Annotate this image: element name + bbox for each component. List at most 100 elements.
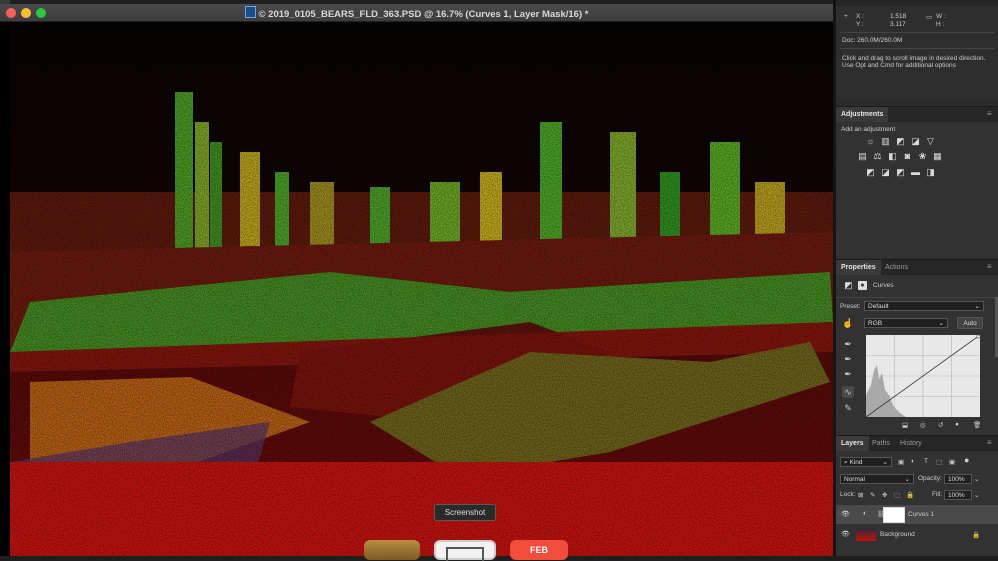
info-w-label: W : xyxy=(936,13,946,20)
channel-value: RGB xyxy=(868,320,883,327)
info-divider-2 xyxy=(840,48,994,49)
preset-label: Preset: xyxy=(840,303,861,310)
lock-image-icon[interactable]: ✎ xyxy=(870,491,875,499)
properties-body: ◩ ● Curves Preset: Default ⌄ ☝ RGB ⌄ Auto … xyxy=(836,275,998,435)
invert-icon[interactable]: ◩ xyxy=(866,168,875,177)
layer-filter-value: Kind xyxy=(849,459,863,466)
tab-actions[interactable]: Actions xyxy=(880,260,913,275)
layer-filter-select[interactable]: ⌕ Kind ⌄ xyxy=(840,457,892,467)
gradient-map-icon[interactable]: ▬ xyxy=(911,168,920,177)
filter-type-icon[interactable]: T xyxy=(924,458,928,465)
lock-label: Lock: xyxy=(840,491,856,498)
layer-name: Background xyxy=(880,531,915,538)
panel-menu-icon[interactable]: ≡ xyxy=(987,439,994,447)
info-hint-line2: Use Opt and Cmd for additional options xyxy=(842,62,956,69)
opacity-input[interactable]: 100% xyxy=(944,474,972,484)
tab-properties[interactable]: Properties xyxy=(836,260,881,275)
clip-to-layer-icon[interactable]: ⬓ xyxy=(902,421,908,429)
dock-app-icon[interactable] xyxy=(364,540,420,560)
white-point-eyedropper-icon[interactable]: ✒ xyxy=(842,368,854,380)
layer-mask-thumbnail[interactable] xyxy=(883,507,905,523)
opacity-label: Opacity: xyxy=(918,475,942,482)
layers-body: ⌕ Kind ⌄ ▣ ◐ T ⬚ ▣ ● Normal ⌄ Opacity: 100… xyxy=(836,451,998,556)
fill-label: Fill: xyxy=(932,491,943,498)
curves-graph[interactable] xyxy=(866,335,980,417)
gray-point-eyedropper-icon[interactable]: ✒ xyxy=(842,353,854,365)
blend-mode-value: Normal xyxy=(844,476,865,483)
blend-mode-select[interactable]: Normal ⌄ xyxy=(840,474,914,484)
lock-artboard-icon[interactable]: ⬚ xyxy=(894,491,900,499)
color-balance-icon[interactable]: ⚖ xyxy=(873,152,882,161)
info-x-label: X : xyxy=(856,13,864,20)
chevron-down-icon[interactable]: ⌄ xyxy=(974,475,979,483)
selective-color-icon[interactable]: ◨ xyxy=(926,168,935,177)
levels-icon[interactable]: ▥ xyxy=(881,137,890,146)
hue-saturation-icon[interactable]: ▤ xyxy=(858,152,867,161)
visibility-eye-icon[interactable]: ● xyxy=(955,421,959,428)
auto-button[interactable]: Auto xyxy=(957,317,983,329)
filter-shape-icon[interactable]: ⬚ xyxy=(936,458,942,466)
tab-history[interactable]: History xyxy=(895,436,927,451)
lock-icon: 🔒 xyxy=(972,532,981,539)
preset-select[interactable]: Default ⌄ xyxy=(864,301,984,311)
channel-mixer-icon[interactable]: ❀ xyxy=(918,152,927,161)
reset-icon[interactable]: ↺ xyxy=(938,421,943,429)
filter-adjustment-icon[interactable]: ◐ xyxy=(911,458,915,465)
lock-transparent-icon[interactable]: ⊠ xyxy=(858,491,863,499)
vibrance-icon[interactable]: ▽ xyxy=(926,137,935,146)
tab-layers[interactable]: Layers xyxy=(836,436,869,451)
filter-pixel-icon[interactable]: ▣ xyxy=(898,458,904,466)
adjustments-header: Adjustments ≡ xyxy=(836,106,998,123)
layer-name: Curves 1 xyxy=(908,511,935,518)
right-panels: + X : 1.518 Y : 3.117 ▭ W : H : Doc: 260… xyxy=(836,0,998,556)
chevron-down-icon: ⌄ xyxy=(882,459,888,466)
curves-icon[interactable]: ◩ xyxy=(896,137,905,146)
tab-adjustments[interactable]: Adjustments xyxy=(836,107,889,122)
chevron-down-icon[interactable]: ⌄ xyxy=(974,491,979,499)
adjustments-body: Add an adjustment ☼ ▥ ◩ ◪ ▽ ▤ ⚖ ◧ ◙ ❀ ▦ … xyxy=(836,122,998,258)
panel-menu-icon[interactable]: ≡ xyxy=(987,263,994,271)
info-divider xyxy=(840,32,994,33)
layer-mask-icon[interactable]: ● xyxy=(858,281,867,290)
document-titlebar[interactable]: © 2019_0105_BEARS_FLD_363.PSD @ 16.7% (C… xyxy=(0,4,833,22)
brightness-contrast-icon[interactable]: ☼ xyxy=(866,137,875,146)
threshold-icon[interactable]: ◩ xyxy=(896,168,905,177)
selection-size-icon: ▭ xyxy=(926,14,933,21)
black-point-eyedropper-icon[interactable]: ✒ xyxy=(842,338,854,350)
image-canvas[interactable] xyxy=(10,22,833,556)
info-doc-size: Doc: 260.0M/260.0M xyxy=(842,37,903,44)
curve-point-white[interactable] xyxy=(976,335,980,339)
document-title: © 2019_0105_BEARS_FLD_363.PSD @ 16.7% (C… xyxy=(0,6,833,20)
layer-row[interactable]: 👁 Background 🔒 xyxy=(836,525,998,544)
lock-position-icon[interactable]: ✥ xyxy=(882,491,887,499)
eye-icon[interactable]: 👁 xyxy=(841,510,850,518)
layer-row[interactable]: 👁 ◐ ⛓ Curves 1 xyxy=(836,505,998,524)
pencil-tool-icon[interactable]: ✎ xyxy=(842,402,854,414)
view-previous-icon[interactable]: ◎ xyxy=(920,421,926,429)
calendar-app-icon[interactable]: FEB xyxy=(510,540,568,560)
trash-icon[interactable]: 🗑 xyxy=(973,421,981,429)
image-noise-overlay xyxy=(10,22,833,556)
screenshot-frame-icon xyxy=(446,547,484,561)
curve-points-tool-icon[interactable]: ∿ xyxy=(842,386,854,398)
tab-paths[interactable]: Paths xyxy=(867,436,895,451)
on-image-adjust-icon[interactable]: ☝ xyxy=(842,317,854,329)
black-white-icon[interactable]: ◧ xyxy=(888,152,897,161)
color-lookup-icon[interactable]: ▦ xyxy=(933,152,942,161)
filter-toggle-icon[interactable]: ● xyxy=(964,455,969,465)
info-y-label: Y : xyxy=(856,21,864,28)
psd-file-icon xyxy=(244,6,256,18)
chevron-down-icon: ⌄ xyxy=(938,320,944,327)
lock-all-icon[interactable]: 🔒 xyxy=(906,491,914,499)
eye-icon[interactable]: 👁 xyxy=(841,530,850,538)
fill-input[interactable]: 100% xyxy=(944,490,972,500)
photo-filter-icon[interactable]: ◙ xyxy=(903,152,912,161)
filter-smart-object-icon[interactable]: ▣ xyxy=(949,458,955,466)
posterize-icon[interactable]: ◪ xyxy=(881,168,890,177)
channel-select[interactable]: RGB ⌄ xyxy=(864,318,948,328)
screenshot-app-icon[interactable] xyxy=(434,540,496,561)
calendar-month: FEB xyxy=(530,545,548,555)
panel-menu-icon[interactable]: ≡ xyxy=(987,110,994,118)
exposure-icon[interactable]: ◪ xyxy=(911,137,920,146)
add-adjustment-label: Add an adjustment xyxy=(841,126,896,133)
